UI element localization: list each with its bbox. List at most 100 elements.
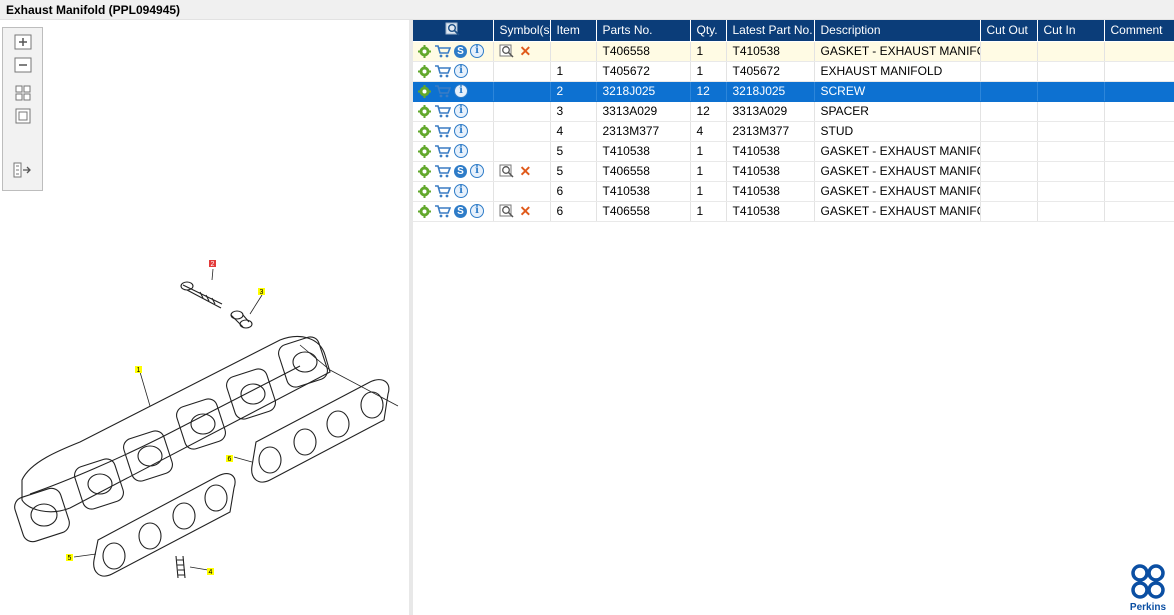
column-header-symbols[interactable]: Symbol(s) xyxy=(493,20,551,42)
stud-drawing xyxy=(175,555,186,579)
fit-window-button[interactable] xyxy=(12,106,34,126)
toggle-layout-button[interactable] xyxy=(12,160,34,180)
row-symbols: ✕ xyxy=(493,201,551,222)
column-header-comment[interactable]: Comment xyxy=(1104,20,1174,42)
cell-cut-in xyxy=(1037,81,1105,102)
cart-icon[interactable] xyxy=(434,64,451,78)
zoom-out-icon xyxy=(14,57,32,73)
cell-qty: 1 xyxy=(690,161,727,182)
gear-icon[interactable] xyxy=(418,124,431,138)
supersession-icon[interactable]: S xyxy=(454,164,467,178)
cell-parts-no: 2313M377 xyxy=(596,121,691,142)
parts-table: Symbol(s) Item Parts No. Qty. Latest Par… xyxy=(413,20,1174,222)
cell-comment xyxy=(1104,41,1174,62)
zoom-in-icon xyxy=(14,34,32,50)
cell-description: GASKET - EXHAUST MANIFOLD xyxy=(814,201,981,222)
cell-cut-out xyxy=(980,61,1038,82)
remove-icon[interactable]: ✕ xyxy=(520,164,532,178)
layout-toggle-icon xyxy=(13,162,31,178)
cell-latest-part-no: 2313M377 xyxy=(726,121,815,142)
gear-icon[interactable] xyxy=(418,44,431,58)
view-drawing-icon[interactable] xyxy=(499,204,515,218)
table-row[interactable]: Si ✕ 6 T406558 1 T410538 GASKET - EXHAUST MANI… xyxy=(413,201,1174,222)
info-icon[interactable]: i xyxy=(454,184,468,199)
gear-icon[interactable] xyxy=(418,64,431,78)
table-row[interactable]: i6T4105381T410538GASKET - EXHAUST MANIFO… xyxy=(413,181,1174,202)
table-row[interactable]: Si ✕ 5 T406558 1 T410538 GASKET - EXHAUST MANI… xyxy=(413,161,1174,182)
callout-3[interactable]: 3 xyxy=(260,289,264,296)
cell-item: 2 xyxy=(550,81,597,102)
cart-icon[interactable] xyxy=(434,124,451,138)
remove-icon[interactable]: ✕ xyxy=(520,204,532,218)
row-actions: i xyxy=(413,101,494,122)
row-actions: i xyxy=(413,81,494,102)
diagram-pane: 1 2 3 4 5 6 xyxy=(0,20,409,615)
column-header-cut-out[interactable]: Cut Out xyxy=(980,20,1038,42)
info-icon[interactable]: i xyxy=(454,64,468,79)
column-header-item[interactable]: Item xyxy=(550,20,597,42)
info-icon[interactable]: i xyxy=(470,204,484,219)
table-row[interactable]: i 4 2313M377 4 2313M377 STUD xyxy=(413,121,1174,142)
cart-icon[interactable] xyxy=(434,164,451,178)
cell-cut-out xyxy=(980,141,1038,162)
cell-parts-no: T406558 xyxy=(596,201,691,222)
gear-icon[interactable] xyxy=(418,204,431,218)
table-row[interactable]: i 1 T405672 1 T405672 EXHAUST MANIFOLD xyxy=(413,61,1174,82)
gear-icon[interactable] xyxy=(418,144,431,158)
cell-cut-in xyxy=(1037,201,1105,222)
row-symbols xyxy=(493,181,551,202)
info-icon[interactable]: i xyxy=(454,124,468,139)
column-header-latest-part-no[interactable]: Latest Part No. xyxy=(726,20,815,42)
column-header-parts-no[interactable]: Parts No. xyxy=(596,20,691,42)
cell-item: 6 xyxy=(550,181,597,202)
cell-item: 1 xyxy=(550,61,597,82)
cell-qty: 1 xyxy=(690,201,727,222)
view-drawing-icon[interactable] xyxy=(499,164,515,178)
gear-icon[interactable] xyxy=(418,84,431,98)
table-row[interactable]: Si ✕ T406558 1 T410538 GASKET - EXHAUST MANIF… xyxy=(413,41,1174,62)
column-search-header[interactable] xyxy=(413,20,494,42)
view-drawing-icon[interactable] xyxy=(499,44,515,58)
cell-parts-no: T406558 xyxy=(596,161,691,182)
cart-icon[interactable] xyxy=(434,44,451,58)
info-icon[interactable]: i xyxy=(454,144,468,159)
cell-latest-part-no: 3218J025 xyxy=(726,81,815,102)
info-icon[interactable]: i xyxy=(454,84,468,99)
manifold-drawing xyxy=(14,336,331,543)
remove-icon[interactable]: ✕ xyxy=(520,44,532,58)
table-row[interactable]: i 2 3218J025 12 3218J025 SCREW xyxy=(413,81,1174,102)
cell-comment xyxy=(1104,81,1174,102)
zoom-out-button[interactable] xyxy=(12,55,34,75)
supersession-icon[interactable]: S xyxy=(454,44,467,58)
callout-1[interactable]: 1 xyxy=(137,367,141,374)
callout-6[interactable]: 6 xyxy=(228,456,232,463)
gear-icon[interactable] xyxy=(418,104,431,118)
info-icon[interactable]: i xyxy=(454,104,468,119)
column-header-cut-in[interactable]: Cut In xyxy=(1037,20,1105,42)
zoom-in-button[interactable] xyxy=(12,32,34,52)
cart-icon[interactable] xyxy=(434,144,451,158)
callout-4[interactable]: 4 xyxy=(209,569,213,576)
cart-icon[interactable] xyxy=(434,204,451,218)
cell-item: 6 xyxy=(550,201,597,222)
column-header-description[interactable]: Description xyxy=(814,20,981,42)
fit-all-button[interactable] xyxy=(12,83,34,103)
cell-comment xyxy=(1104,181,1174,202)
info-icon[interactable]: i xyxy=(470,164,484,179)
cell-cut-in xyxy=(1037,61,1105,82)
gear-icon[interactable] xyxy=(418,184,431,198)
table-row[interactable]: i5T4105381T410538GASKET - EXHAUST MANIFO… xyxy=(413,141,1174,162)
cell-cut-in xyxy=(1037,41,1105,62)
table-row[interactable]: i 3 3313A029 12 3313A029 SPACER xyxy=(413,101,1174,122)
gasket-lower-drawing xyxy=(93,473,236,577)
callout-5[interactable]: 5 xyxy=(68,555,72,562)
column-header-qty[interactable]: Qty. xyxy=(690,20,727,42)
info-icon[interactable]: i xyxy=(470,44,484,59)
callout-2[interactable]: 2 xyxy=(211,261,215,268)
gear-icon[interactable] xyxy=(418,164,431,178)
cart-icon[interactable] xyxy=(434,84,451,98)
supersession-icon[interactable]: S xyxy=(454,204,467,218)
cell-latest-part-no: T405672 xyxy=(726,61,815,82)
cart-icon[interactable] xyxy=(434,184,451,198)
cart-icon[interactable] xyxy=(434,104,451,118)
